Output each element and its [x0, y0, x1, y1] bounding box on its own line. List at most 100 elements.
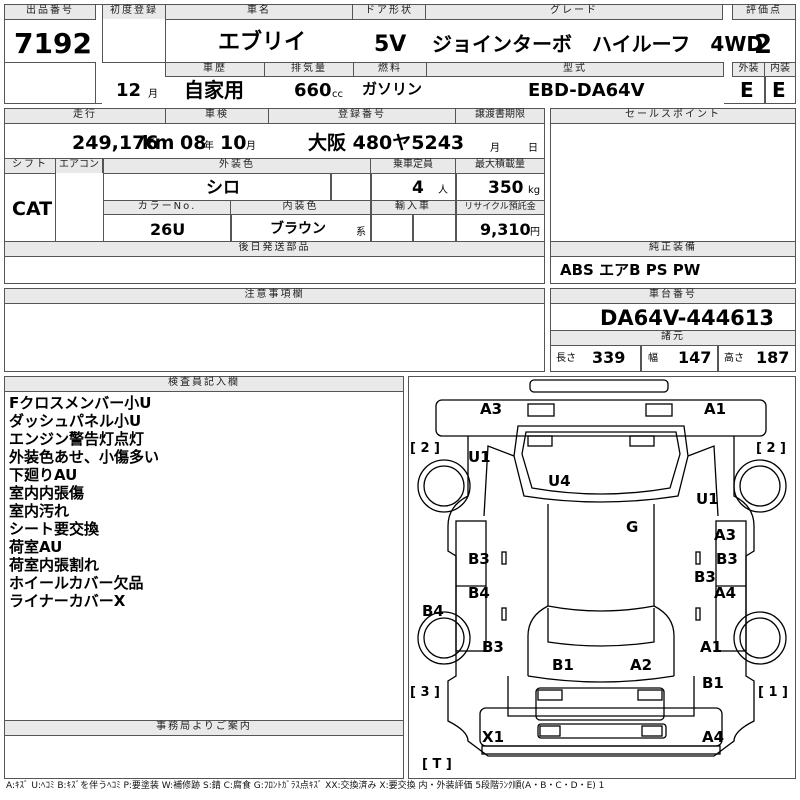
doors-label: ドア形状	[352, 4, 426, 20]
score-label: 評価点	[732, 4, 796, 20]
sales-point-label: セールスポイント	[550, 108, 796, 124]
inspector-note: ホイールカバー欠品	[9, 574, 144, 592]
damage-mark: A3	[714, 526, 737, 544]
height-label: 高さ	[724, 353, 744, 364]
inspection-label: 車検	[165, 108, 269, 124]
damage-mark: B3	[468, 550, 490, 568]
grade: ジョインターボ ハイルーフ 4WD	[432, 32, 763, 56]
capacity-unit: 人	[438, 185, 448, 196]
load: 350	[488, 178, 524, 198]
reg-month: 12	[116, 80, 142, 101]
grade-divider	[764, 76, 766, 104]
recycle-label: リサイクル預託金	[455, 200, 545, 215]
lot-no: 7192	[14, 27, 92, 60]
import-label: 輸入車	[370, 200, 456, 215]
dimensions-label: 諸元	[550, 330, 796, 346]
first-reg-label: 初度登録	[102, 4, 166, 20]
damage-mark: A2	[630, 656, 653, 674]
color-no: 26U	[150, 220, 186, 239]
car-diagram	[417, 379, 787, 757]
office-label: 事務局よりご案内	[4, 720, 404, 736]
model-label: 型式	[426, 62, 724, 77]
inspector-note: 下廻りAU	[9, 466, 78, 484]
lot-no-label: 出品番号	[4, 4, 96, 20]
length-label: 長さ	[556, 353, 576, 364]
color-no-label: カラーNo.	[103, 200, 231, 215]
damage-mark: U1	[696, 490, 719, 508]
shift-label: シフト	[4, 158, 56, 174]
displacement: 660	[294, 80, 332, 101]
ac-label: エアコン	[55, 158, 103, 174]
load-label: 最大積載量	[455, 158, 545, 174]
inspector-label: 検査員記入欄	[4, 376, 404, 392]
insp-month: 10	[220, 132, 247, 154]
damage-mark: B1	[702, 674, 724, 692]
int-grade: E	[772, 78, 786, 102]
displacement-label: 排気量	[264, 62, 354, 77]
caution-label: 注意事項欄	[4, 288, 545, 304]
col-370	[370, 173, 372, 242]
width: 147	[678, 348, 712, 367]
side-indicator: [ 1 ]	[758, 685, 788, 700]
col-455	[455, 173, 457, 242]
dim-div2	[717, 345, 719, 372]
fuel-label: 燃料	[353, 62, 427, 77]
damage-mark: A3	[480, 400, 503, 418]
inspector-note: ライナーカバーX	[9, 592, 126, 610]
damage-mark: B1	[552, 656, 574, 674]
inspector-note: エンジン警告灯点灯	[9, 430, 145, 448]
import-div	[412, 214, 414, 242]
damage-mark: U4	[548, 472, 571, 490]
damage-mark: A4	[702, 728, 725, 746]
inspector-note: ダッシュパネル小U	[9, 412, 142, 430]
side-indicator: [ 3 ]	[410, 685, 440, 700]
mileage-unit: km	[142, 132, 175, 154]
damage-mark: B3	[694, 568, 716, 586]
inspector-note: 荷室内張割れ	[9, 556, 100, 574]
grade-label: グレード	[425, 4, 723, 20]
equipment: ABS エアB PS PW	[560, 261, 701, 279]
length: 339	[592, 348, 626, 367]
insp-year-unit: 年	[204, 141, 214, 152]
transfer-label: 譲渡書期限	[455, 108, 545, 124]
capacity: 4	[412, 178, 424, 198]
dim-div1	[640, 345, 642, 372]
damage-mark: G	[626, 518, 639, 536]
inspector-note: 室内内張傷	[9, 484, 85, 502]
score: 2	[754, 30, 773, 60]
color-label: 外装色	[103, 158, 371, 174]
shift-col	[55, 173, 104, 242]
month-unit: 月	[148, 89, 158, 100]
inspector-note: Fクロスメンバー小U	[9, 394, 152, 412]
model: EBD-DA64V	[528, 80, 645, 101]
damage-mark: U1	[468, 448, 491, 466]
transfer-month: 月	[490, 143, 500, 154]
damage-mark: A4	[714, 584, 737, 602]
lot-blank	[4, 62, 96, 104]
color-div	[330, 173, 332, 201]
later-parts-label: 後日発送部品	[4, 241, 545, 257]
reg-no: 大阪 480ヤ5243	[308, 132, 465, 154]
int-label: 内装	[764, 62, 796, 77]
damage-mark: X1	[482, 728, 505, 746]
recycle: 9,310	[480, 220, 531, 239]
damage-mark: B4	[422, 602, 444, 620]
inspector-note: 外装色あせ、小傷多い	[9, 448, 160, 466]
transfer-day: 日	[528, 143, 538, 154]
load-unit: kg	[528, 185, 541, 196]
recycle-unit: 円	[530, 227, 540, 238]
insp-year: 08	[180, 132, 207, 154]
side-indicator: [ T ]	[422, 757, 452, 772]
col-231	[230, 214, 232, 242]
ext-label: 外装	[732, 62, 765, 77]
car-name: エブリイ	[218, 30, 307, 55]
sales-box	[550, 108, 796, 284]
color: シロ	[206, 178, 240, 198]
interior-unit: 系	[356, 227, 366, 238]
interior: ブラウン	[270, 221, 326, 237]
side-indicator: [ 2 ]	[410, 441, 440, 456]
height: 187	[756, 348, 790, 367]
damage-legend: A:ｷｽﾞ U:ﾍｺﾐ B:ｷｽﾞを伴うﾍｺﾐ P:要塗装 W:補修跡 S:錆 …	[6, 781, 605, 791]
damage-mark: B3	[716, 550, 738, 568]
displacement-unit: cc	[332, 89, 343, 100]
